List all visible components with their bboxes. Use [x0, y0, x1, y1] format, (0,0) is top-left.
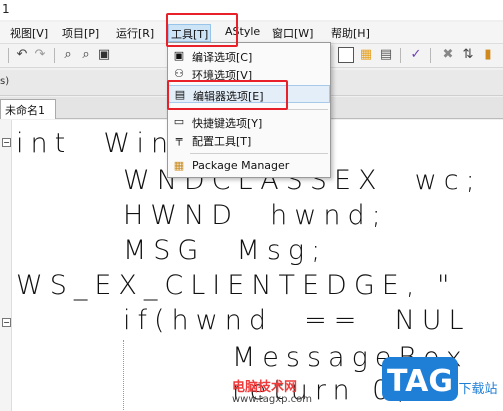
title-bar: 1	[0, 0, 503, 20]
highlight-tools-menu	[166, 13, 238, 47]
code-line: HWND hwnd;	[123, 200, 388, 231]
menu-view[interactable]: 视图[V]	[10, 25, 48, 41]
strip-label: s)	[0, 76, 10, 87]
menu-item-package-manager[interactable]: ▦ Package Manager	[168, 157, 330, 175]
menu-help[interactable]: 帮助[H]	[331, 25, 370, 41]
fold-toggle-icon[interactable]: −	[2, 318, 11, 327]
menu-item-label: 编译选项[C]	[192, 51, 253, 64]
undo-icon[interactable]: ↶	[14, 47, 30, 63]
code-line: WS_EX_CLIENTEDGE, "	[16, 270, 457, 301]
toolbar-separator	[400, 48, 401, 63]
logo-subtext: 下载站	[458, 382, 497, 397]
compiler-options-icon: ▣	[173, 49, 185, 62]
code-line: MSG Msg;	[123, 235, 328, 266]
package-manager-icon: ▦	[173, 159, 185, 172]
logo-text: TAG	[387, 364, 453, 399]
grid-icon[interactable]: ▤	[378, 47, 394, 63]
indent-guide	[123, 340, 124, 410]
sort-icon[interactable]: ⇅	[460, 47, 476, 63]
menu-project[interactable]: 项目[P]	[62, 25, 99, 41]
toolbar-separator	[8, 48, 9, 63]
redo-icon[interactable]: ↷	[32, 47, 48, 63]
chart-icon[interactable]: ▮	[480, 47, 496, 63]
environment-options-icon: ⚇	[174, 67, 184, 80]
configure-tools-icon: ╤	[175, 133, 183, 146]
menu-item-label: Package Manager	[192, 159, 290, 172]
tab-untitled[interactable]: 未命名1	[0, 99, 56, 119]
menu-run[interactable]: 运行[R]	[116, 25, 154, 41]
menu-separator	[190, 153, 328, 154]
shortcut-options-icon: ▭	[173, 115, 185, 128]
fold-toggle-icon[interactable]: −	[2, 138, 11, 147]
check-icon[interactable]: ✓	[408, 47, 424, 63]
menu-item-shortcut-options[interactable]: ▭ 快捷键选项[Y]	[168, 113, 330, 131]
watermark-url: www.tagxp.com	[232, 394, 312, 405]
tab-label: 未命名1	[5, 104, 45, 117]
window-toggle-icon[interactable]	[338, 47, 354, 63]
menu-bar: 视图[V] 项目[P] 运行[R] 工具[T] AStyle 窗口[W] 帮助[…	[0, 22, 503, 44]
replace-icon[interactable]: ⌕	[78, 47, 94, 63]
menu-item-compiler-options[interactable]: ▣ 编译选项[C]	[168, 47, 330, 65]
delete-icon[interactable]: ✖	[440, 47, 456, 63]
watermark-logo: TAG 下载站	[382, 357, 498, 401]
highlight-editor-options	[167, 80, 288, 110]
goto-icon[interactable]: ▣	[96, 47, 112, 63]
tools-dropdown-menu: ▣ 编译选项[C] ⚇ 环境选项[V] ▤ 编辑器选项[E] ▭ 快捷键选项[Y…	[167, 42, 331, 178]
menu-item-configure-tools[interactable]: ╤ 配置工具[T]	[168, 131, 330, 149]
window-title: 1	[2, 2, 10, 16]
toolbar-separator	[54, 48, 55, 63]
toolbar-separator	[430, 48, 431, 63]
find-icon[interactable]: ⌕	[60, 47, 76, 63]
watermark-site-name: 电脑技术网	[232, 380, 298, 395]
menu-window[interactable]: 窗口[W]	[272, 25, 313, 41]
code-line: if(hwnd == NUL	[123, 305, 471, 336]
menu-item-label: 快捷键选项[Y]	[192, 117, 263, 130]
menu-item-label: 配置工具[T]	[192, 135, 252, 148]
editor-gutter: − −	[0, 120, 12, 411]
layout-icon[interactable]: ▦	[358, 47, 374, 63]
